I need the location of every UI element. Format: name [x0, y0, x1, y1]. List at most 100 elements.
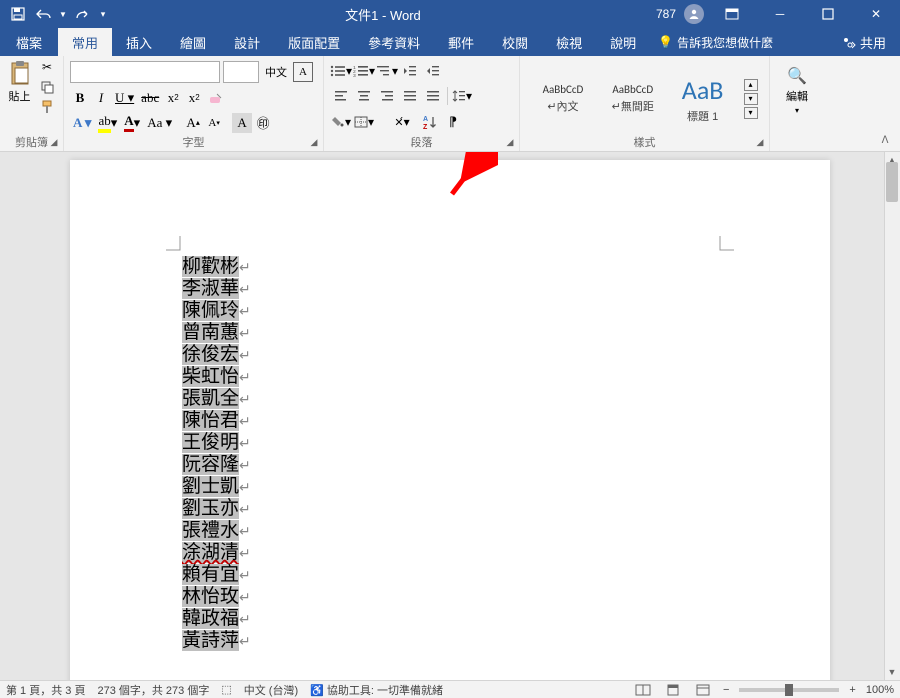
- text-line[interactable]: 劉玉亦↵: [182, 498, 251, 520]
- tab-insert[interactable]: 插入: [112, 28, 166, 56]
- view-print-icon[interactable]: [663, 682, 683, 698]
- status-words[interactable]: 273 個字，共 273 個字: [97, 682, 209, 698]
- cut-icon[interactable]: ✂: [37, 58, 57, 76]
- align-right-icon[interactable]: [376, 86, 398, 106]
- status-page[interactable]: 第 1 頁，共 3 頁: [6, 682, 85, 698]
- highlight-icon[interactable]: ab ▾: [95, 113, 120, 133]
- redo-icon[interactable]: [70, 2, 94, 26]
- status-a11y[interactable]: ♿ 協助工具: 一切準備就緒: [310, 682, 443, 698]
- text-line[interactable]: 賴有宜↵: [182, 564, 251, 586]
- vertical-scrollbar[interactable]: ▲ ▼: [884, 152, 900, 680]
- clipboard-launcher-icon[interactable]: ◢: [47, 135, 61, 149]
- shrink-font-icon[interactable]: A▾: [204, 113, 224, 133]
- paste-button[interactable]: 貼上: [6, 58, 33, 106]
- tab-view[interactable]: 檢視: [542, 28, 596, 56]
- status-proof-icon[interactable]: ⬚: [221, 683, 231, 696]
- enclose-char-icon[interactable]: ㊞: [253, 113, 273, 133]
- copy-icon[interactable]: [37, 78, 57, 96]
- minimize-button[interactable]: ─: [760, 0, 800, 28]
- styles-launcher-icon[interactable]: ◢: [753, 135, 767, 149]
- style-normal[interactable]: AaBbCcD ↵內文: [530, 72, 596, 126]
- numbering-icon[interactable]: 123▾: [353, 61, 375, 81]
- change-case-icon[interactable]: Aa ▾: [144, 113, 175, 133]
- strikethrough-button[interactable]: abc: [138, 88, 162, 108]
- font-size-combobox[interactable]: [223, 61, 259, 83]
- zoom-thumb[interactable]: [785, 684, 793, 696]
- asian-layout-icon[interactable]: ✕́▾: [391, 112, 413, 132]
- scroll-thumb[interactable]: [886, 162, 898, 202]
- tell-me-search[interactable]: 💡 告訴我您想做什麼: [658, 28, 773, 56]
- text-line[interactable]: 劉士凱↵: [182, 476, 251, 498]
- font-color-icon[interactable]: A ▾: [121, 113, 143, 133]
- style-no-spacing[interactable]: AaBbCcD ↵無間距: [600, 72, 666, 126]
- ribbon-display-icon[interactable]: [712, 0, 752, 28]
- align-center-icon[interactable]: [353, 86, 375, 106]
- font-name-combobox[interactable]: [70, 61, 220, 83]
- align-justify-icon[interactable]: [399, 86, 421, 106]
- text-line[interactable]: 柴虹怡↵: [182, 366, 251, 388]
- tab-review[interactable]: 校閱: [488, 28, 542, 56]
- sort-button[interactable]: AZ: [419, 112, 441, 132]
- tab-help[interactable]: 說明: [596, 28, 650, 56]
- clear-formatting-icon[interactable]: [205, 88, 227, 108]
- scroll-down-icon[interactable]: ▼: [884, 664, 900, 680]
- text-line[interactable]: 李淑華↵: [182, 278, 251, 300]
- tab-draw[interactable]: 繪圖: [166, 28, 220, 56]
- user-avatar-icon[interactable]: [684, 4, 704, 24]
- style-heading1[interactable]: AaB 標題 1: [670, 72, 736, 126]
- view-web-icon[interactable]: [693, 682, 713, 698]
- share-button[interactable]: 共用: [828, 28, 900, 56]
- styles-scroll-up-icon[interactable]: ▴: [744, 79, 758, 91]
- text-line[interactable]: 曾南蕙↵: [182, 322, 251, 344]
- increase-indent-icon[interactable]: [422, 61, 444, 81]
- bullets-icon[interactable]: ▾: [330, 61, 352, 81]
- text-effects-icon[interactable]: A ▾: [70, 113, 94, 133]
- view-read-icon[interactable]: [633, 682, 653, 698]
- qat-customize-icon[interactable]: ▾: [96, 2, 110, 26]
- italic-button[interactable]: I: [91, 88, 111, 108]
- font-launcher-icon[interactable]: ◢: [307, 135, 321, 149]
- maximize-button[interactable]: [808, 0, 848, 28]
- zoom-in-button[interactable]: +: [849, 684, 855, 696]
- styles-gallery[interactable]: AaBbCcD ↵內文 AaBbCcD ↵無間距 AaB 標題 1 ▴ ▾ ▾: [526, 68, 763, 126]
- line-spacing-icon[interactable]: ▾: [451, 86, 473, 106]
- close-button[interactable]: ✕: [856, 0, 896, 28]
- decrease-indent-icon[interactable]: [399, 61, 421, 81]
- undo-dropdown-icon[interactable]: ▼: [58, 2, 68, 26]
- tab-layout[interactable]: 版面配置: [274, 28, 354, 56]
- text-line[interactable]: 王俊明↵: [182, 432, 251, 454]
- character-border-icon[interactable]: A: [293, 62, 313, 82]
- borders-icon[interactable]: ▾: [353, 112, 375, 132]
- text-line[interactable]: 黃詩萍↵: [182, 630, 251, 652]
- tab-references[interactable]: 參考資料: [354, 28, 434, 56]
- format-painter-icon[interactable]: [37, 98, 57, 116]
- styles-scroll-down-icon[interactable]: ▾: [744, 93, 758, 105]
- collapse-ribbon-icon[interactable]: ᐱ: [876, 133, 894, 147]
- subscript-button[interactable]: x2: [163, 88, 183, 108]
- text-line[interactable]: 涂湖清↵: [182, 542, 251, 564]
- multilevel-list-icon[interactable]: ▾: [376, 61, 398, 81]
- status-language[interactable]: 中文 (台灣): [244, 682, 298, 698]
- text-line[interactable]: 徐俊宏↵: [182, 344, 251, 366]
- underline-button[interactable]: U ▾: [112, 88, 137, 108]
- superscript-button[interactable]: x2: [184, 88, 204, 108]
- zoom-level[interactable]: 100%: [866, 684, 894, 696]
- zoom-slider[interactable]: [739, 688, 839, 692]
- text-line[interactable]: 張禮水↵: [182, 520, 251, 542]
- align-distribute-icon[interactable]: [422, 86, 444, 106]
- text-line[interactable]: 阮容隆↵: [182, 454, 251, 476]
- tab-design[interactable]: 設計: [220, 28, 274, 56]
- undo-icon[interactable]: [32, 2, 56, 26]
- paragraph-launcher-icon[interactable]: ◢: [503, 135, 517, 149]
- styles-expand-icon[interactable]: ▾: [744, 107, 758, 119]
- text-line[interactable]: 林怡玫↵: [182, 586, 251, 608]
- document-text[interactable]: 柳歡彬↵李淑華↵陳佩玲↵曾南蕙↵徐俊宏↵柴虹怡↵張凱全↵陳怡君↵王俊明↵阮容隆↵…: [182, 256, 251, 652]
- shading-icon[interactable]: ▾: [330, 112, 352, 132]
- show-marks-icon[interactable]: ⁋: [442, 112, 464, 132]
- zoom-out-button[interactable]: −: [723, 684, 729, 696]
- grow-font-icon[interactable]: A▴: [183, 113, 203, 133]
- find-button[interactable]: 🔍 編輯 ▾: [786, 66, 808, 115]
- char-shading-icon[interactable]: A: [232, 113, 252, 133]
- bold-button[interactable]: B: [70, 88, 90, 108]
- text-line[interactable]: 柳歡彬↵: [182, 256, 251, 278]
